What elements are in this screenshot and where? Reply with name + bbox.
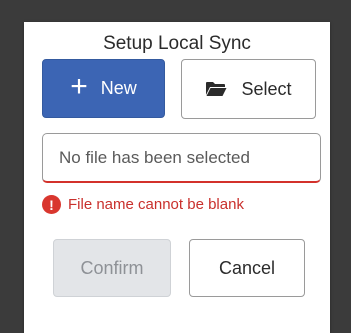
cancel-button-label: Cancel (218, 257, 276, 278)
modal-backdrop: Setup Local Sync + New Select ! File nam… (0, 0, 351, 333)
file-name-input[interactable] (42, 133, 321, 183)
dialog-title: Setup Local Sync (103, 33, 251, 54)
setup-local-sync-dialog: Setup Local Sync + New Select ! File nam… (24, 22, 330, 333)
exclamation-icon: ! (42, 195, 61, 214)
confirm-button-label: Confirm (80, 257, 144, 278)
confirm-button[interactable]: Confirm (53, 239, 171, 297)
new-button-label: New (100, 78, 137, 98)
plus-icon: + (70, 70, 88, 103)
cancel-button[interactable]: Cancel (189, 239, 305, 297)
new-button[interactable]: + New (42, 59, 165, 118)
select-button[interactable]: Select (181, 59, 316, 119)
select-button-label: Select (241, 78, 292, 99)
folder-icon (205, 81, 227, 97)
error-message: File name cannot be blank (68, 196, 244, 213)
file-name-error: ! File name cannot be blank (42, 195, 244, 214)
